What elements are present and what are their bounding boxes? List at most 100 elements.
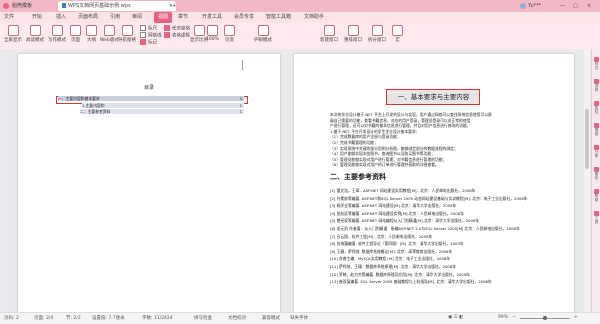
tab-document[interactable]: WPS文档网页基础示例.wps × bbox=[58, 1, 176, 11]
right-panel-item-5[interactable]: 备份 bbox=[593, 167, 600, 180]
ribbon-button-label: 全屏显示 bbox=[4, 38, 22, 43]
checkbox-icon[interactable] bbox=[140, 39, 146, 45]
ribbon-button-label: 阅读模式 bbox=[26, 38, 44, 43]
body-line: 1.基于.NET 平台开发设计的学生学业设计基本要求： bbox=[330, 128, 420, 134]
right-panel-item-4[interactable]: 分享 bbox=[593, 145, 600, 158]
ribbon-button-6[interactable]: 导航窗格 bbox=[118, 25, 136, 43]
checkbox-icon[interactable] bbox=[164, 25, 170, 31]
menu-item-8[interactable]: 开发工具 bbox=[202, 12, 222, 23]
menu-item-6[interactable]: 视图 bbox=[154, 12, 173, 23]
corner-mark bbox=[242, 60, 243, 70]
minimize-button[interactable]: — bbox=[560, 1, 565, 11]
new-tab-button[interactable]: + bbox=[172, 1, 176, 11]
checkbox-icon[interactable] bbox=[140, 25, 146, 31]
menu-item-0[interactable]: 文件 bbox=[4, 12, 14, 23]
ribbon-button-label: Web版式 bbox=[100, 38, 119, 43]
menu-item-5[interactable]: 审阅 bbox=[132, 12, 142, 23]
ribbon-button-0[interactable]: 全屏显示 bbox=[4, 25, 22, 43]
ribbon-button-14[interactable]: 宏 bbox=[392, 25, 403, 43]
status-setting: 设置值: 7.7厘米 bbox=[92, 316, 125, 321]
ribbon-button-2[interactable]: 写作模式 bbox=[48, 25, 66, 43]
new-tab-label: + bbox=[172, 3, 177, 9]
ribbon-button-5[interactable]: Web版式 bbox=[100, 25, 119, 43]
toc-entry[interactable]: 二、主要参考资料 1 bbox=[80, 109, 244, 114]
ribbon-button-icon bbox=[70, 25, 81, 36]
ribbon-button-1[interactable]: 阅读模式 bbox=[26, 25, 44, 43]
ribbon-button-12[interactable]: 重排窗口 bbox=[344, 25, 362, 43]
checkbox-icon[interactable] bbox=[164, 32, 170, 38]
avatar bbox=[520, 2, 526, 9]
ribbon-button-3[interactable]: 页面 bbox=[70, 25, 81, 43]
ribbon-button-8[interactable]: 100% bbox=[206, 25, 219, 42]
scrollbar-thumb[interactable] bbox=[585, 109, 589, 169]
body-line: （3）实现系统中关键的部分用例分析图，能够绑定部分的数据流程的绑定； bbox=[330, 145, 458, 151]
right-panel-item-2[interactable]: 属性 bbox=[593, 101, 600, 114]
zoom-slider-thumb[interactable] bbox=[543, 316, 547, 320]
body-line: 本次的毕业设计基于.NET 平台上开发的设计与实现，用户通过网络可以查找系统信息… bbox=[330, 112, 492, 117]
ribbon-button-icon bbox=[29, 25, 41, 36]
spell-check-button[interactable]: 拼写检查 bbox=[194, 315, 212, 321]
zoom-level[interactable]: 99% bbox=[498, 315, 508, 320]
ribbon-toolbar: 全屏显示 阅读模式 写作模式 页面 大纲 Web版式 导航窗格 显示比例 100% 页宽 护眼模式新… bbox=[0, 23, 600, 50]
close-window-button[interactable]: × bbox=[587, 1, 591, 11]
ribbon-button-label: 新建窗口 bbox=[320, 38, 338, 43]
menu-item-7[interactable]: 章节 bbox=[178, 12, 188, 23]
ribbon-button-icon bbox=[193, 25, 205, 36]
status-page: 页码: 2 bbox=[4, 316, 19, 321]
user-account[interactable]: Yu*** bbox=[520, 1, 541, 11]
menu-item-11[interactable]: 文档助手 bbox=[304, 12, 324, 23]
menu-item-2[interactable]: 插入 bbox=[56, 12, 66, 23]
tab-home[interactable]: 稻壳模板 bbox=[12, 1, 32, 11]
zoom-out-button[interactable]: − bbox=[512, 315, 516, 320]
ribbon-button-10[interactable]: 护眼模式 bbox=[254, 25, 272, 43]
doc-check-button[interactable]: 文档校对 bbox=[228, 315, 246, 321]
right-panel-item-1[interactable]: 选择 bbox=[593, 79, 600, 92]
wps-logo-icon[interactable] bbox=[3, 3, 9, 9]
ribbon-button-11[interactable]: 新建窗口 bbox=[320, 25, 338, 43]
menu-item-3[interactable]: 页面布局 bbox=[78, 12, 98, 23]
ribbon-check-4[interactable]: 表格虚框 bbox=[164, 32, 190, 40]
reference-item: [8] 张海藩编著. 软件工程导论（第四版）[M]. 北京：清华大学出版社，20… bbox=[330, 241, 464, 247]
status-section: 节: 2/2 bbox=[66, 316, 81, 321]
menu-item-9[interactable]: 会员专享 bbox=[234, 12, 254, 23]
compat-mode: 兼容模式 bbox=[262, 316, 280, 321]
ribbon-button-13[interactable]: 拆分窗口 bbox=[368, 25, 386, 43]
ribbon-button-icon bbox=[121, 25, 133, 36]
right-panel-item-7[interactable]: 工具 bbox=[593, 211, 600, 224]
reference-item: [1] 董文浩，王翠．ASP.NET 网站建设实用教程[M]．北京：人民邮电出版… bbox=[330, 188, 476, 193]
check-label: 表格虚框 bbox=[172, 33, 190, 39]
right-panel-item-3[interactable]: 限制 bbox=[593, 123, 600, 136]
view-mode-icons[interactable]: ▣ ☰ ◧ bbox=[448, 315, 463, 320]
page-left: 目录 一、主要内容和基本要求 1 1.主要内容和 1 二、主要参考资料 1 bbox=[18, 54, 280, 312]
toc-title: 目录 bbox=[143, 85, 154, 91]
ribbon-button-9[interactable]: 页宽 bbox=[224, 25, 235, 43]
reference-item: [12] 罗晓，赵方杰等编著. 数据库原理及应用[M]. 北京：清华大学出版社，… bbox=[330, 271, 470, 277]
vertical-scrollbar[interactable] bbox=[584, 49, 590, 312]
checkbox-icon[interactable] bbox=[140, 32, 146, 38]
zoom-in-button[interactable]: + bbox=[574, 315, 578, 320]
heading-1: 一、基本要求与主要内容 bbox=[397, 93, 470, 101]
body-line: （2）完成书籍管理的功能； bbox=[330, 140, 378, 145]
toc-entry-page: 1 bbox=[239, 109, 242, 114]
right-panel-label: 分享 bbox=[594, 150, 599, 158]
ribbon-check-2[interactable]: 标记 bbox=[140, 39, 157, 47]
toc-entry[interactable]: 1.主要内容和 1 bbox=[82, 103, 244, 108]
reference-item: [3] 杨学全等编著. ASP.NET 网站建设[M].北京：清华大学出版社，2… bbox=[330, 203, 457, 209]
zoom-slider[interactable] bbox=[520, 316, 570, 320]
missing-font-button[interactable]: 缺失字体 bbox=[290, 315, 308, 321]
toc-entry[interactable]: 一、主要内容和基本要求 1 bbox=[58, 96, 244, 101]
maximize-button[interactable]: □ bbox=[573, 1, 578, 11]
right-panel-label: 备份 bbox=[594, 172, 599, 180]
right-panel-label: 选择 bbox=[594, 84, 599, 92]
reference-item: [2] 孙素韵等编著. ASP.NET和SQL Server 2005 动态网站… bbox=[330, 195, 528, 201]
right-panel-item-6[interactable]: 帮助 bbox=[593, 189, 600, 202]
menu-item-1[interactable]: 开始 bbox=[32, 12, 42, 23]
ribbon-button-4[interactable]: 大纲 bbox=[86, 25, 97, 43]
body-line: （4）用户能够实现浏览图书，查询图书以及购买图书等功能； bbox=[330, 151, 435, 157]
right-panel-item-0[interactable]: 样式 bbox=[593, 57, 600, 70]
status-words[interactable]: 字数: 11/2424 bbox=[142, 315, 173, 321]
menu-item-10[interactable]: 智能工具箱 bbox=[266, 12, 291, 23]
reference-item: [9] 王珊，萨师煊. 数据库系统概论[M]. 北京：高等教育出版社，2006年 bbox=[330, 248, 453, 254]
menu-item-4[interactable]: 引用 bbox=[110, 12, 120, 23]
reference-item: [10] 肖睿主编．MySQL实用教程 [M] 北京：电子工业出版社，2008年 bbox=[330, 256, 451, 262]
